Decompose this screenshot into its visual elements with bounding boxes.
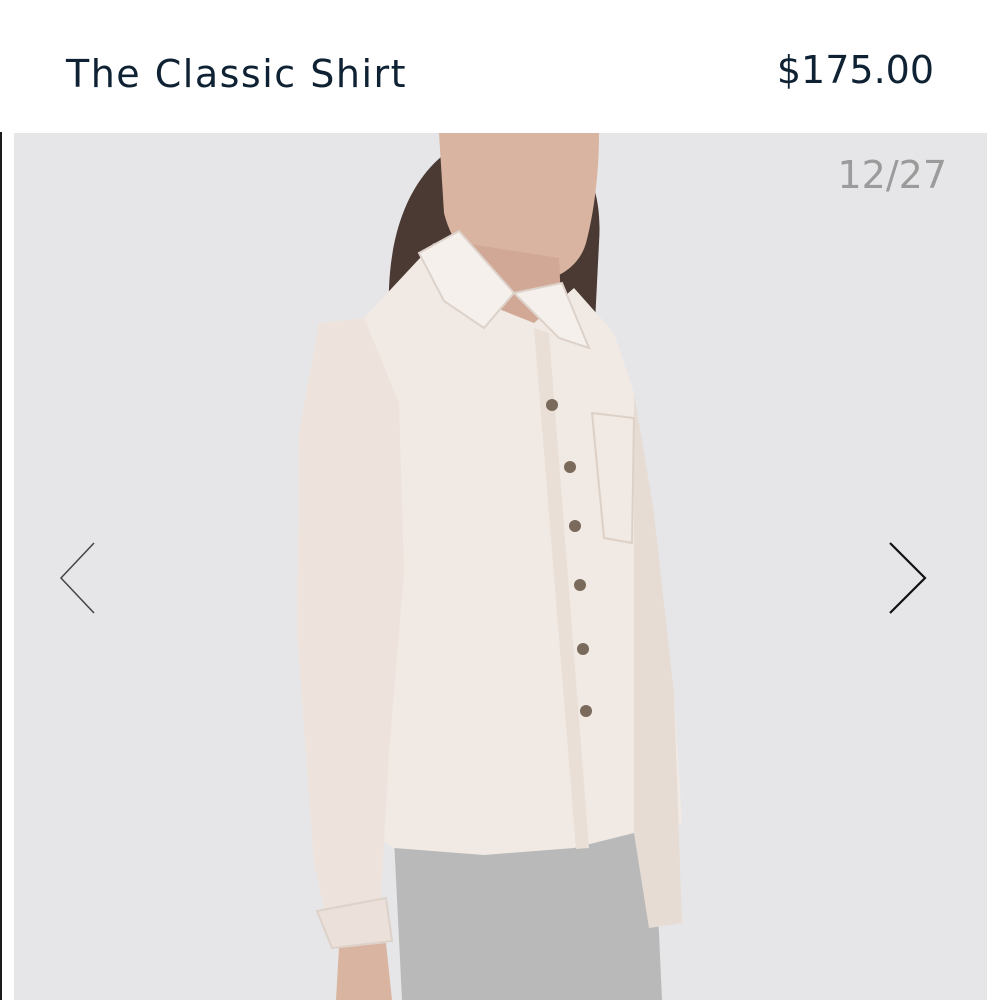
shirt-button xyxy=(577,643,589,655)
chevron-left-icon xyxy=(59,542,95,614)
shirt-button xyxy=(564,461,576,473)
shirt-button xyxy=(569,520,581,532)
chevron-right-icon xyxy=(889,542,927,614)
left-border xyxy=(0,0,2,1000)
product-title: The Classic Shirt xyxy=(66,52,408,96)
shirt-button xyxy=(580,705,592,717)
shirt-sleeve xyxy=(297,318,404,945)
product-image-gallery[interactable]: 12/27 xyxy=(14,133,987,1000)
shirt-button xyxy=(574,579,586,591)
product-photo xyxy=(297,133,682,1000)
previous-image-button[interactable] xyxy=(56,538,116,618)
product-page: The Classic Shirt $175.00 12/27 xyxy=(0,0,1000,1000)
next-image-button[interactable] xyxy=(885,538,945,618)
product-header: The Classic Shirt $175.00 xyxy=(0,0,1000,132)
image-counter: 12/27 xyxy=(837,153,947,197)
shirt-sleeve-back xyxy=(634,393,682,928)
shirt-button xyxy=(546,399,558,411)
product-price: $175.00 xyxy=(776,48,934,92)
hand xyxy=(336,943,392,1000)
